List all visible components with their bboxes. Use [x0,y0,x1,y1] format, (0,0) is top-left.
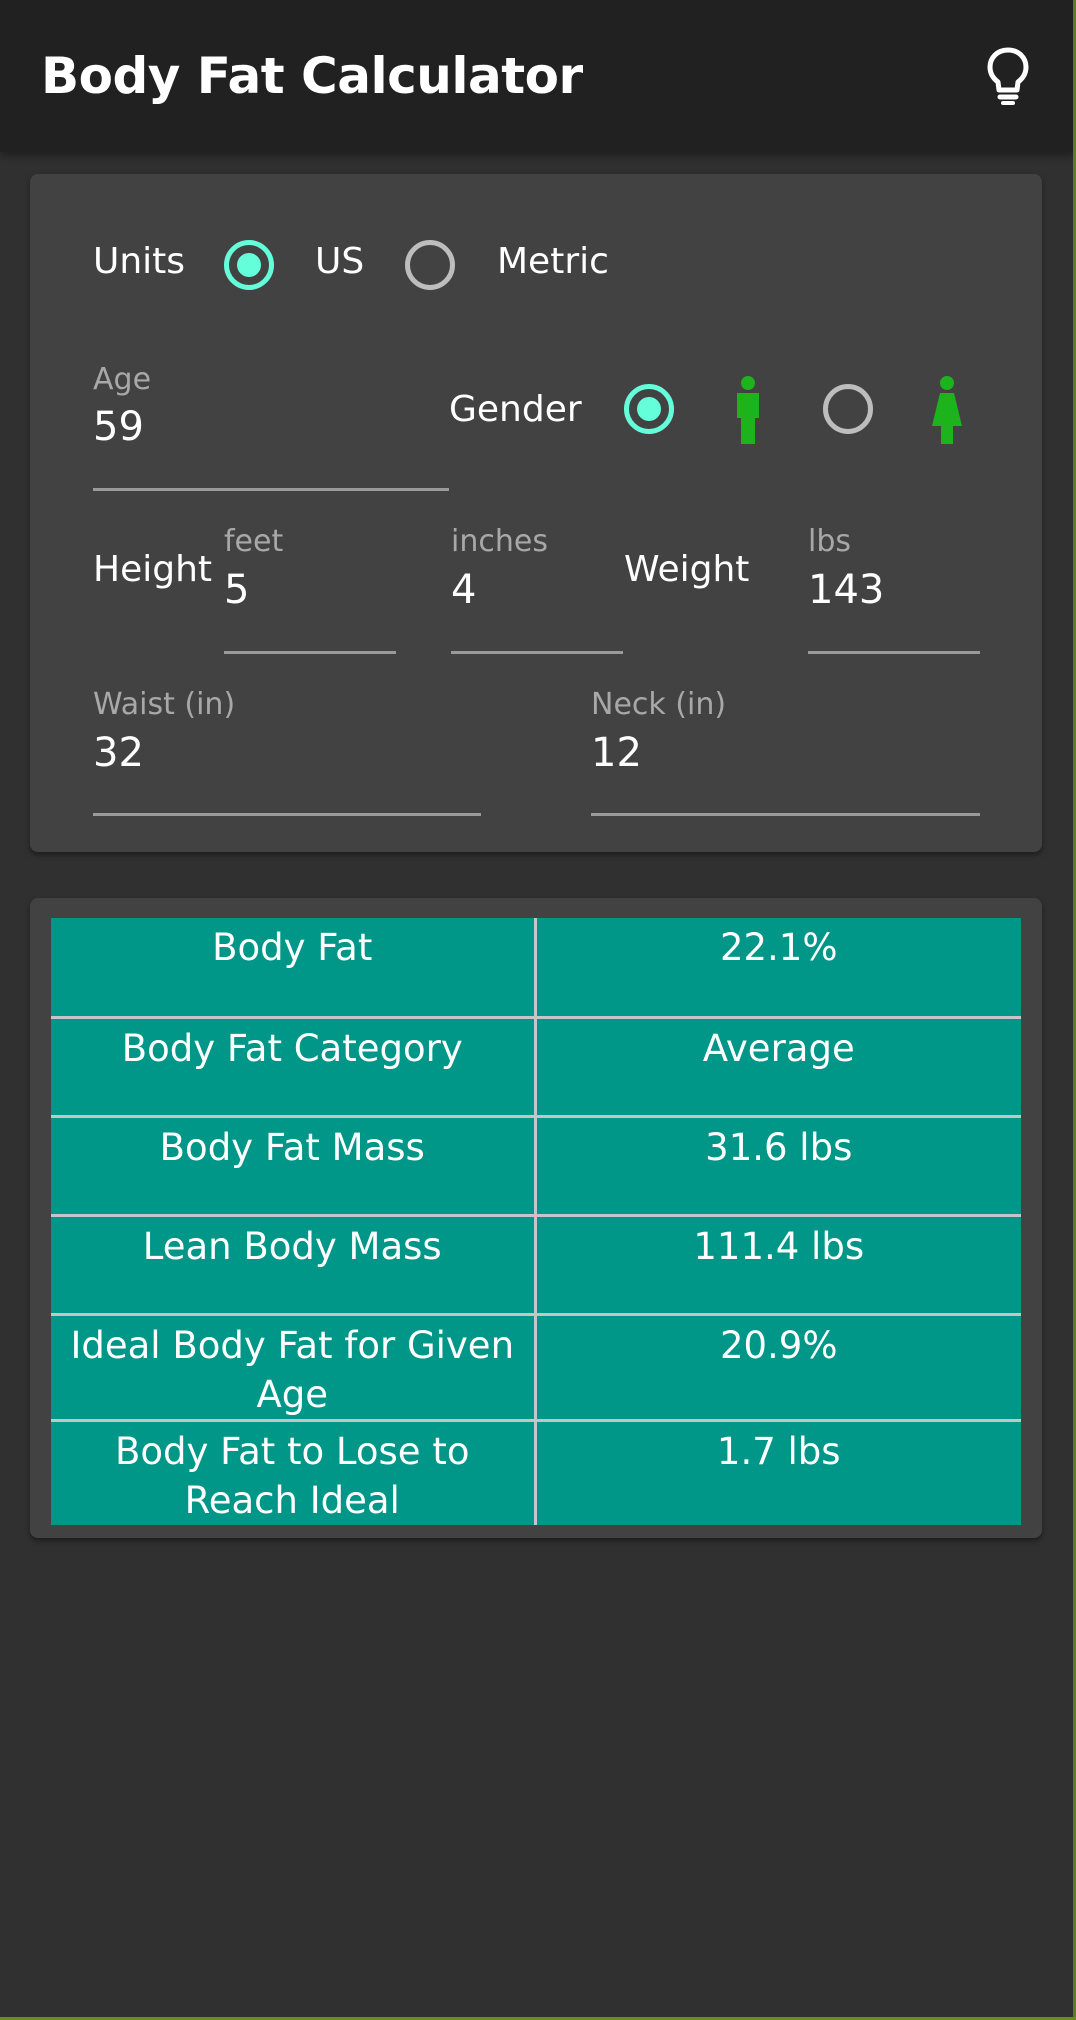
units-us-radio[interactable] [224,240,274,290]
waist-hint: Waist (in) [93,687,236,722]
result-value: 22.1% [533,918,1021,1019]
table-row: Body Fat Mass 31.6 lbs [51,1114,1021,1217]
weight-input[interactable]: 143 [808,566,884,614]
input-card: Units US Metric Age 59 Gender Height fee… [30,174,1042,852]
table-row: Body Fat to Lose to Reach Ideal 1.7 lbs [51,1418,1021,1525]
waist-underline [93,813,481,816]
neck-hint: Neck (in) [591,687,727,722]
weight-hint: lbs [808,524,852,559]
result-label: Lean Body Mass [51,1213,537,1316]
waist-input[interactable]: 32 [93,729,144,777]
height-inches-input[interactable]: 4 [451,566,476,614]
results-card: Body Fat 22.1% Body Fat Category Average… [30,898,1042,1538]
result-label: Body Fat Category [51,1015,537,1118]
result-value: 111.4 lbs [533,1213,1021,1316]
weight-label: Weight [624,549,750,590]
weight-underline [808,651,980,654]
result-value: 1.7 lbs [533,1418,1021,1525]
height-feet-hint: feet [224,524,284,559]
gender-male-radio[interactable] [624,384,674,434]
units-metric-label[interactable]: Metric [497,240,609,284]
units-label: Units [93,241,186,282]
units-metric-radio[interactable] [405,240,455,290]
results-table: Body Fat 22.1% Body Fat Category Average… [51,918,1021,1525]
neck-input[interactable]: 12 [591,729,642,777]
result-label: Ideal Body Fat for Given Age [51,1312,537,1422]
app-bar: Body Fat Calculator [0,0,1076,152]
result-value: Average [533,1015,1021,1118]
height-label: Height [93,549,213,590]
age-input[interactable]: 59 [93,403,144,451]
age-hint: Age [93,362,152,397]
table-row: Lean Body Mass 111.4 lbs [51,1213,1021,1316]
height-inches-underline [451,651,623,654]
age-underline [93,488,449,491]
lightbulb-icon[interactable] [985,46,1031,106]
height-inches-hint: inches [451,524,548,559]
neck-underline [591,813,980,816]
male-icon [737,376,759,444]
result-value: 20.9% [533,1312,1021,1422]
table-row: Body Fat 22.1% [51,918,1021,1019]
height-feet-input[interactable]: 5 [224,566,249,614]
result-label: Body Fat to Lose to Reach Ideal [51,1418,537,1525]
female-icon [932,376,962,444]
result-label: Body Fat [51,918,537,1019]
table-row: Ideal Body Fat for Given Age 20.9% [51,1312,1021,1422]
height-feet-underline [224,651,396,654]
gender-label: Gender [449,389,582,430]
table-row: Body Fat Category Average [51,1015,1021,1118]
units-us-label[interactable]: US [315,240,364,284]
result-value: 31.6 lbs [533,1114,1021,1217]
app-title: Body Fat Calculator [41,47,583,105]
result-label: Body Fat Mass [51,1114,537,1217]
gender-female-radio[interactable] [823,384,873,434]
